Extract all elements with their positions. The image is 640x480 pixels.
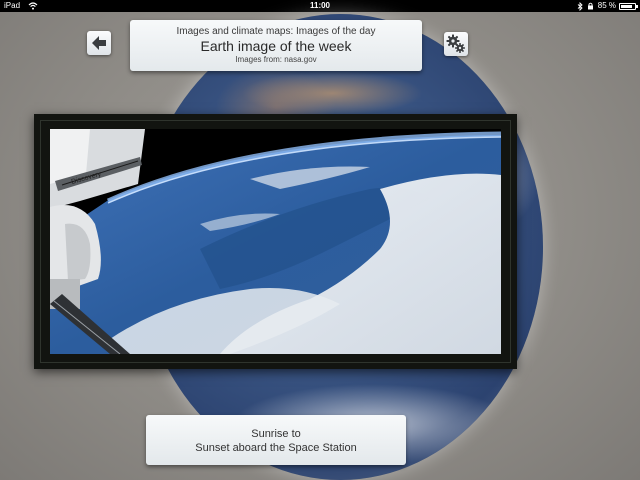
back-arrow-icon [92,36,106,50]
settings-button[interactable] [444,32,468,56]
back-button[interactable] [87,31,111,55]
gears-icon [446,34,465,53]
page-title: Earth image of the week [200,38,352,54]
status-bar: iPad 11:00 85 % [0,0,640,12]
status-clock: 11:00 [309,1,331,10]
app-screen: iPad 11:00 85 % Images and climate maps:… [0,0,640,480]
photo-frame: Discovery [34,114,517,369]
header-subtitle: Images and climate maps: Images of the d… [176,26,376,37]
caption-line-2: Sunset aboard the Space Station [195,442,357,454]
bluetooth-icon [577,1,583,11]
battery-icon [619,2,638,10]
battery-fill [621,4,633,8]
status-right-group: 85 % [577,0,638,12]
header-card: Images and climate maps: Images of the d… [130,20,422,71]
caption-card[interactable]: Sunrise to Sunset aboard the Space Stati… [146,415,406,465]
image-source: Images from: nasa.gov [235,55,317,64]
earth-photo-image: Discovery [50,129,501,354]
battery-percent: 85 % [597,1,616,10]
rotation-lock-icon [587,2,593,10]
caption-line-1: Sunrise to [251,428,301,440]
earth-photo[interactable]: Discovery [50,129,501,354]
